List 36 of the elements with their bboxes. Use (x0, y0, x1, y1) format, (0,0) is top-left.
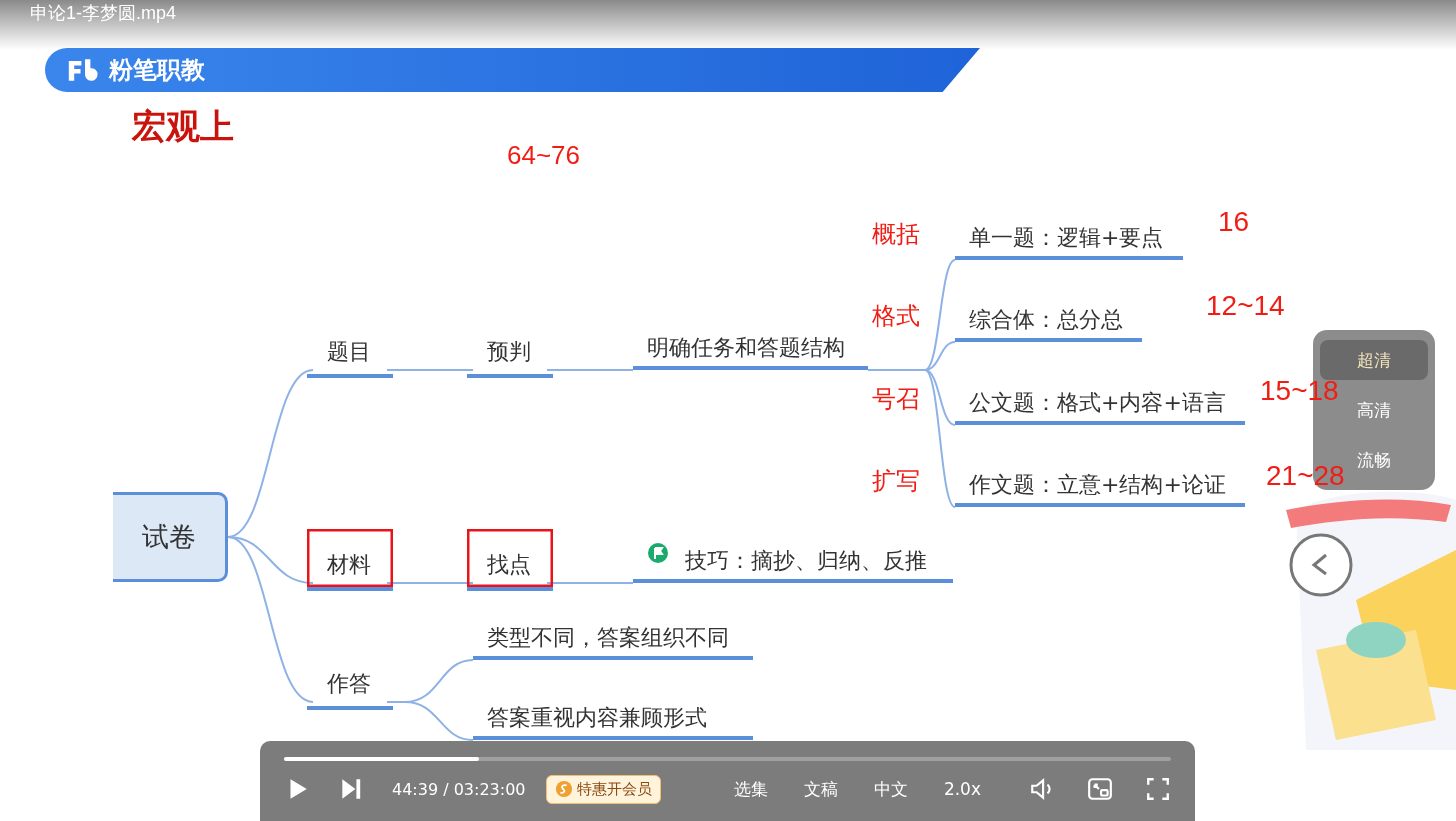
vip-button[interactable]: 特惠开会员 (545, 774, 661, 804)
progress-track[interactable] (284, 757, 1171, 761)
mindmap-node: 找点 (467, 529, 553, 591)
handwritten-note: 扩写 (872, 466, 920, 497)
picture-in-picture-icon[interactable] (1087, 776, 1113, 802)
quality-option[interactable]: 超清 (1320, 340, 1428, 380)
flag-icon (648, 543, 668, 563)
root-node: 试卷 (113, 492, 228, 582)
mindmap-node: 作答 (307, 648, 393, 710)
mindmap-node: 单一题：逻辑+要点 (955, 218, 1183, 260)
mindmap-node: 公文题：格式+内容+语言 (955, 383, 1245, 425)
handwritten-score: 16 (1218, 206, 1250, 238)
time-display: 44:39 / 03:23:00 (392, 779, 526, 799)
mindmap-node: 题目 (307, 316, 393, 378)
brand-name: 粉笔职教 (109, 55, 205, 86)
video-title: 申论1-李梦圆.mp4 (30, 2, 177, 25)
connector-line (404, 701, 474, 741)
handwritten-note: 号召 (872, 384, 920, 415)
coin-icon (554, 780, 573, 798)
player-menu-button[interactable]: 文稿 (797, 777, 844, 801)
mindmap-node: 明确任务和答题结构 (633, 328, 868, 370)
mindmap-node: 作文题：立意+结构+论证 (955, 465, 1245, 507)
handwritten-note: 格式 (872, 301, 920, 332)
slide-heading: 宏观上 (132, 105, 234, 148)
mindmap-node: 材料 (307, 529, 393, 591)
handwritten-note: 概括 (872, 219, 920, 250)
mindmap-node: 综合体：总分总 (955, 300, 1142, 342)
player-menu-button[interactable]: 选集 (727, 777, 774, 801)
player-menu-button[interactable]: 中文 (867, 777, 914, 801)
handwritten-score: 12~14 (1206, 290, 1285, 322)
handwritten-score: 21~28 (1266, 460, 1345, 492)
handwritten-note: 64~76 (507, 140, 581, 171)
mindmap-node: 预判 (467, 316, 553, 378)
mindmap-node: 类型不同，答案组织不同 (473, 618, 753, 660)
fullscreen-icon[interactable] (1145, 776, 1171, 802)
player-menu-button[interactable]: 2.0x (937, 779, 987, 799)
